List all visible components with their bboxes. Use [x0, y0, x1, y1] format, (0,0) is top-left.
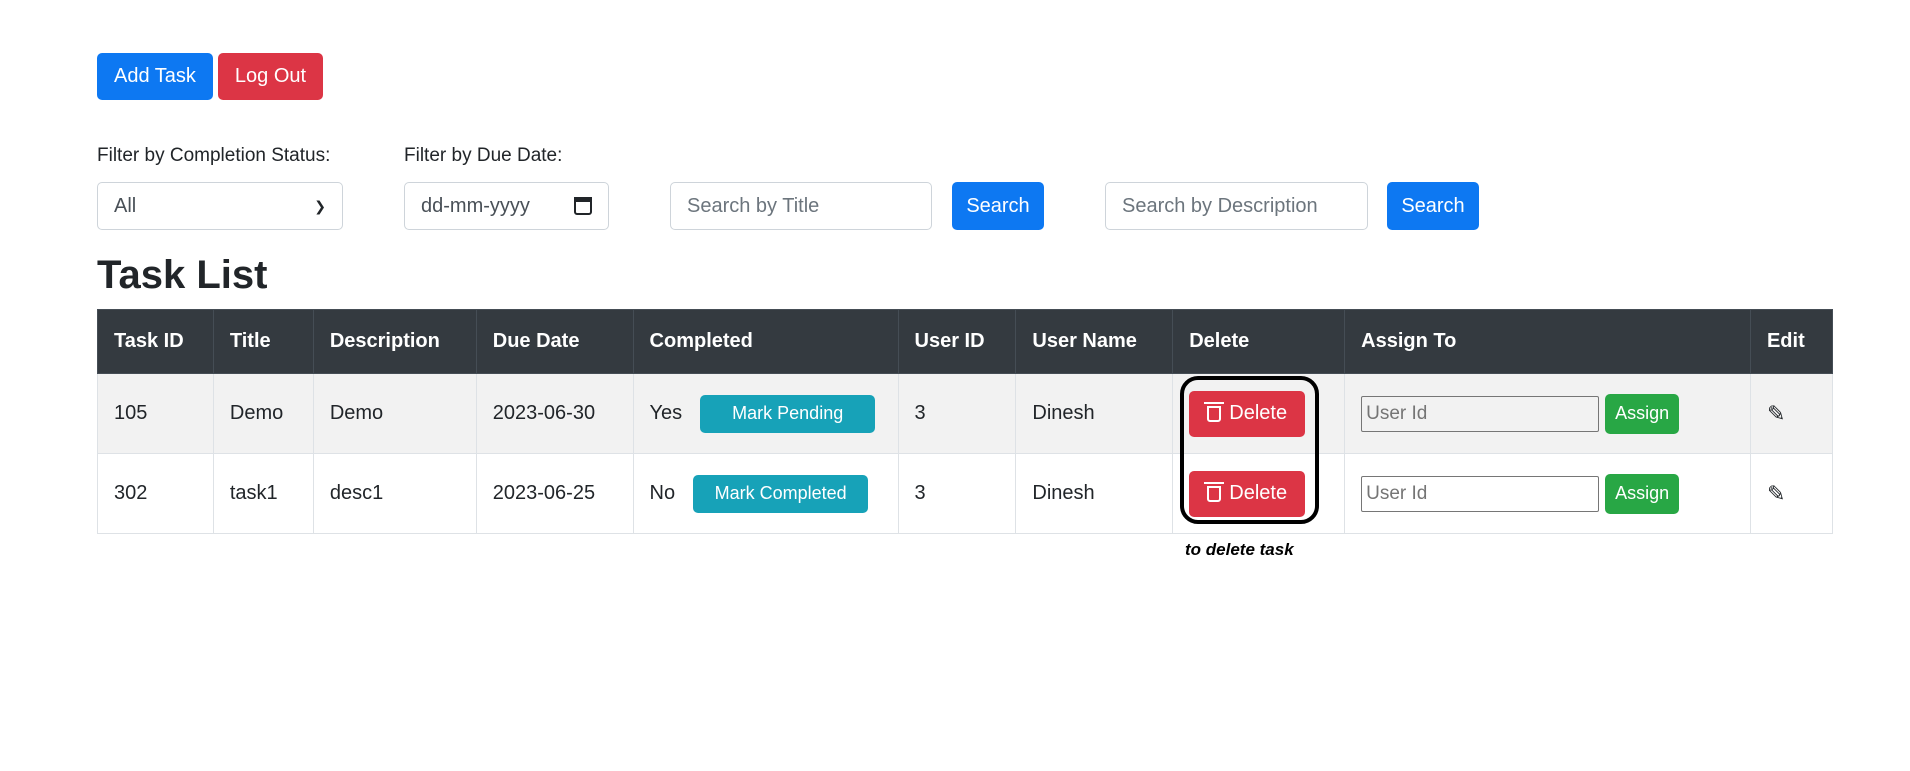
assign-cell: User Id Assign — [1344, 373, 1751, 454]
user-name-cell: Dinesh — [1015, 453, 1174, 534]
user-id-cell: 3 — [897, 373, 1017, 454]
completed-value: No — [649, 482, 676, 504]
assign-button[interactable]: Assign — [1605, 473, 1680, 514]
date-filter-placeholder: dd-mm-yyyy — [421, 194, 530, 217]
title-cell: task1 — [212, 453, 314, 534]
completed-cell: Yes Mark Pending — [632, 373, 899, 454]
header-due-date: Due Date — [475, 309, 634, 374]
table-header-row: Task ID Title Description Due Date Compl… — [97, 309, 1834, 374]
edit-cell: ✎ — [1749, 453, 1834, 534]
page: Add Task Log Out Filter by Completion St… — [0, 0, 1910, 771]
status-filter-value: All — [114, 194, 137, 217]
completed-cell: No Mark Completed — [632, 453, 899, 534]
header-user-id: User ID — [897, 309, 1017, 374]
assign-user-id-input[interactable]: User Id — [1361, 395, 1600, 432]
assign-user-id-input[interactable]: User Id — [1361, 475, 1600, 512]
top-actions: Add Task Log Out — [97, 53, 324, 100]
due-date-cell: 2023-06-25 — [475, 453, 634, 534]
add-task-button[interactable]: Add Task — [97, 53, 213, 100]
header-task-id: Task ID — [97, 309, 214, 374]
calendar-icon[interactable] — [574, 197, 592, 215]
header-completed: Completed — [632, 309, 899, 374]
header-assign-to: Assign To — [1344, 309, 1751, 374]
title-search-placeholder: Search by Title — [687, 194, 820, 217]
assign-button[interactable]: Assign — [1605, 393, 1680, 434]
annotation-text: to delete task — [1185, 540, 1294, 559]
assign-cell: User Id Assign — [1344, 453, 1751, 534]
task-id-cell: 105 — [97, 373, 214, 454]
status-filter-select[interactable]: All ❯ — [97, 182, 343, 230]
table-row: 302 task1 desc1 2023-06-25 No Mark Compl… — [97, 453, 1834, 534]
status-filter-label: Filter by Completion Status: — [97, 145, 331, 166]
title-search-input[interactable]: Search by Title — [670, 182, 932, 230]
due-date-cell: 2023-06-30 — [475, 373, 634, 454]
edit-cell: ✎ — [1749, 373, 1834, 454]
user-id-cell: 3 — [897, 453, 1017, 534]
header-description: Description — [312, 309, 477, 374]
annotation-highlight-box — [1180, 376, 1319, 524]
date-filter-input[interactable]: dd-mm-yyyy — [404, 182, 609, 230]
pencil-icon[interactable]: ✎ — [1767, 401, 1785, 427]
title-search-button[interactable]: Search — [952, 182, 1044, 230]
title-cell: Demo — [212, 373, 314, 454]
chevron-down-icon: ❯ — [314, 197, 326, 214]
log-out-button[interactable]: Log Out — [217, 53, 324, 100]
header-edit: Edit — [1749, 309, 1834, 374]
header-delete: Delete — [1172, 309, 1346, 374]
pencil-icon[interactable]: ✎ — [1767, 481, 1785, 507]
description-search-button[interactable]: Search — [1387, 182, 1479, 230]
description-cell: desc1 — [312, 453, 477, 534]
mark-completed-button[interactable]: Mark Completed — [693, 474, 869, 513]
description-search-input[interactable]: Search by Description — [1105, 182, 1368, 230]
header-title: Title — [212, 309, 314, 374]
page-title: Task List — [97, 253, 268, 297]
description-cell: Demo — [312, 373, 477, 454]
description-search-placeholder: Search by Description — [1122, 194, 1318, 217]
assign-user-id-placeholder: User Id — [1366, 482, 1428, 504]
user-name-cell: Dinesh — [1015, 373, 1174, 454]
task-table: Task ID Title Description Due Date Compl… — [97, 309, 1834, 534]
assign-user-id-placeholder: User Id — [1366, 402, 1428, 424]
mark-pending-button[interactable]: Mark Pending — [700, 394, 876, 433]
task-id-cell: 302 — [97, 453, 214, 534]
header-user-name: User Name — [1015, 309, 1174, 374]
date-filter-label: Filter by Due Date: — [404, 145, 563, 166]
table-row: 105 Demo Demo 2023-06-30 Yes Mark Pendin… — [97, 373, 1834, 454]
completed-value: Yes — [649, 402, 683, 424]
